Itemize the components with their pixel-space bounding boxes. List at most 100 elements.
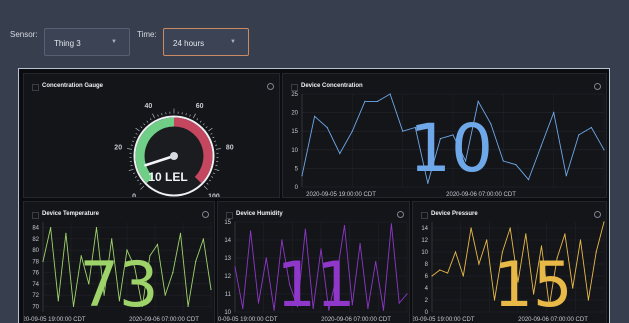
gauge-tick — [203, 185, 208, 190]
gauge-tick — [140, 185, 145, 190]
data-point — [427, 182, 429, 184]
y-tick-label: 2 — [425, 298, 429, 304]
gauge-tick — [213, 140, 216, 142]
y-tick-label: 15 — [291, 129, 298, 135]
time-label: Time: — [137, 30, 157, 39]
data-point — [493, 299, 496, 301]
data-point — [478, 263, 480, 265]
gauge-tick-label: 60 — [196, 103, 204, 110]
y-tick-label: 8 — [425, 262, 429, 268]
data-point — [351, 130, 353, 132]
data-point — [540, 245, 543, 247]
data-point — [447, 272, 449, 274]
gauge-value-label: 10 LEL — [148, 170, 187, 184]
gauge-tick — [206, 182, 209, 185]
data-point — [242, 307, 244, 309]
data-point — [179, 232, 182, 234]
gauge-tick — [189, 114, 191, 117]
gauge-hub — [170, 152, 178, 160]
gauge-tick-label: 0 — [132, 193, 136, 198]
sensor-select[interactable]: Thing 3 ▼ — [44, 28, 130, 56]
time-select[interactable]: 24 hours ▼ — [163, 28, 249, 56]
data-point — [95, 227, 98, 229]
data-point — [343, 225, 346, 227]
gauge-tick — [193, 113, 196, 119]
sensor-select-value: Thing 3 — [54, 39, 81, 48]
y-tick-label: 14 — [421, 226, 428, 232]
y-tick-label: 14 — [224, 238, 231, 244]
big-value: 73 — [80, 248, 159, 321]
data-point — [42, 260, 44, 262]
gauge-tick — [135, 127, 140, 132]
data-point — [587, 299, 589, 301]
y-tick-label: 74 — [32, 282, 39, 288]
data-point — [210, 288, 212, 291]
data-point — [572, 287, 574, 289]
data-point — [289, 284, 291, 286]
gauge-tick — [208, 179, 211, 182]
data-point — [603, 221, 605, 223]
gauge-tick — [152, 113, 155, 119]
pressure-chart: 0246810121420-09-05 19:00:00 CDT 2020-09-… — [413, 221, 605, 323]
y-tick-label: 25 — [291, 92, 298, 98]
panel-concentration-gauge: Concentration Gauge 0 20 40 60 80 100 10 LEL — [23, 73, 280, 198]
gauge-tick — [143, 123, 146, 126]
data-point — [149, 255, 151, 257]
data-point — [326, 126, 328, 129]
gauge-tick — [212, 136, 215, 139]
data-point — [118, 300, 120, 302]
data-point — [578, 134, 580, 136]
gauge-tick — [133, 136, 136, 139]
y-tick-label: 15 — [224, 220, 231, 226]
gauge-tick — [199, 120, 202, 123]
data-point — [553, 112, 555, 114]
temperature-chart: 707274767880828420-09-05 19:00:00 CDT 202… — [24, 222, 212, 323]
gauge-tick — [128, 168, 134, 171]
gauge-tick — [211, 176, 214, 178]
y-tick-label: 12 — [224, 274, 231, 280]
data-point — [336, 275, 338, 277]
dashboard-grid: Concentration Gauge 0 20 40 60 80 100 10 LEL D… — [18, 68, 610, 323]
y-tick-label: 72 — [32, 293, 39, 299]
data-point — [367, 307, 369, 309]
data-point — [564, 233, 566, 235]
y-tick-label: 6 — [425, 274, 429, 280]
gauge-tick — [133, 172, 136, 174]
data-point — [141, 305, 143, 307]
data-point — [533, 293, 535, 295]
y-tick-label: 80 — [32, 248, 39, 254]
gauge-chart: 0 20 40 60 80 100 10 LEL — [114, 103, 234, 198]
data-point — [134, 266, 136, 268]
time-select-value: 24 hours — [173, 39, 205, 48]
data-point — [509, 227, 511, 229]
gauge-tick-label: 40 — [144, 103, 152, 110]
gauge-tick — [215, 148, 221, 150]
data-point — [462, 275, 464, 277]
data-point — [603, 149, 605, 151]
data-point — [556, 257, 558, 259]
y-tick-label: 11 — [225, 292, 232, 298]
data-point — [579, 239, 582, 241]
data-point — [202, 238, 204, 240]
data-point — [452, 134, 454, 136]
data-point — [439, 269, 441, 271]
y-tick-label: 12 — [421, 238, 428, 244]
data-point — [389, 93, 391, 95]
data-point — [72, 305, 75, 307]
gauge-tick — [202, 123, 205, 126]
data-point — [515, 164, 517, 166]
data-point — [502, 160, 504, 162]
data-point — [314, 115, 316, 117]
data-point — [250, 230, 252, 232]
sensor-label: Sensor: — [10, 30, 38, 39]
data-point — [111, 238, 113, 240]
data-point — [65, 232, 67, 234]
data-point — [595, 251, 597, 253]
y-tick-label: 4 — [425, 286, 429, 292]
gauge-tick-label: 20 — [114, 145, 122, 152]
gauge-tick — [135, 133, 138, 135]
panel-device-humidity: Device Humidity 10 11 12 13 14 15 20-09-05 19:… — [217, 201, 410, 323]
data-point — [312, 307, 314, 309]
gauge-tick — [127, 148, 133, 150]
data-point — [273, 309, 275, 311]
